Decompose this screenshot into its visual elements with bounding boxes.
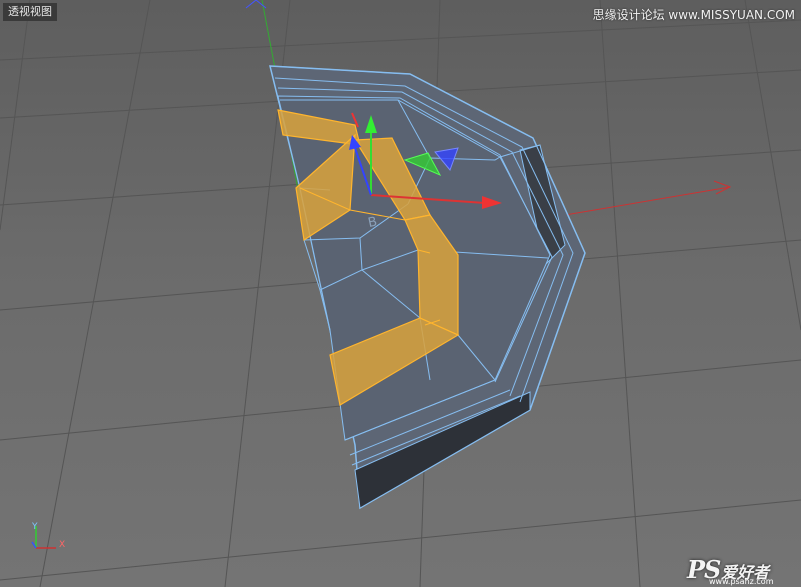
axis-y-label: Y (32, 522, 38, 532)
axis-orientation-icon: Y X (26, 520, 76, 554)
viewport-title[interactable]: 透视视图 (3, 3, 57, 21)
polygon-mesh[interactable]: B (269, 65, 586, 510)
perspective-viewport[interactable]: B 透视视图 思缘设计论坛 www.MISSYUAN.COM Y X PS 爱好… (0, 0, 801, 587)
watermark-url: www.psahz.com (709, 577, 774, 586)
axis-x-label: X (59, 540, 66, 550)
watermark-bottom: PS 爱好者 www.psahz.com (687, 555, 797, 586)
world-x-axis (564, 186, 731, 216)
scene-canvas[interactable]: B (0, 0, 801, 587)
watermark-top: 思缘设计论坛 www.MISSYUAN.COM (592, 8, 795, 22)
